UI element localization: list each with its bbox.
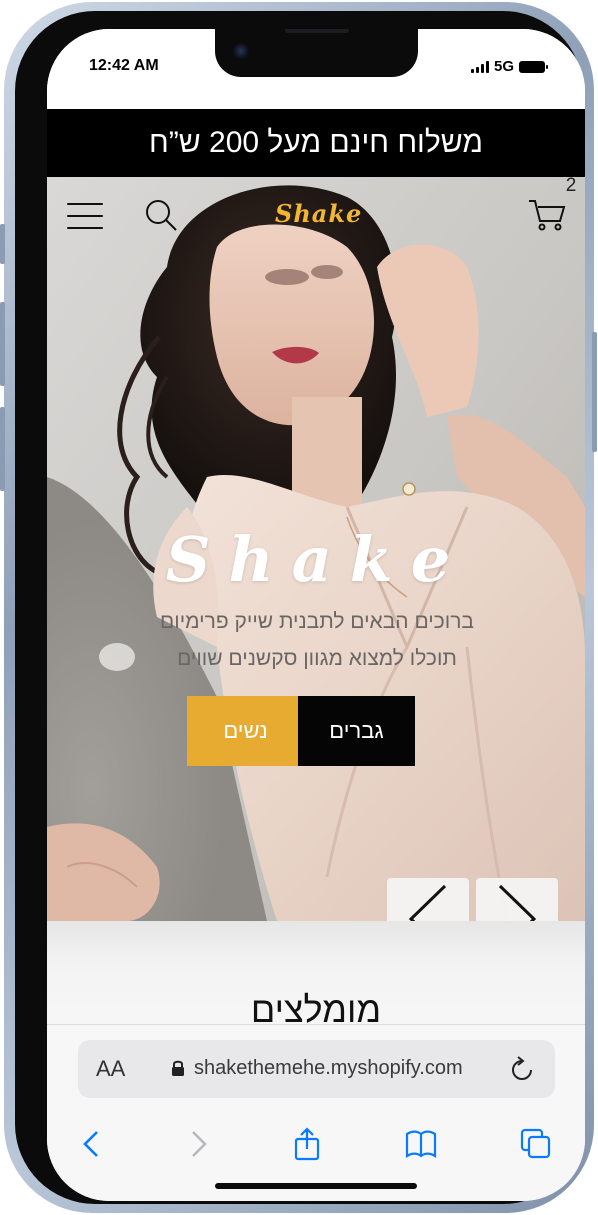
hero-subtitle-line-1: ברוכים הבאים לתבנית שייק פרימיום <box>160 610 474 633</box>
home-indicator <box>215 1183 417 1189</box>
reload-icon[interactable] <box>509 1055 535 1083</box>
power-button <box>592 332 597 452</box>
site-logo[interactable]: Shake <box>275 199 361 228</box>
phone-bezel: 12:42 AM 5G משלוח חינם מעל 200 ש”ח Shake… <box>15 11 585 1204</box>
search-icon[interactable] <box>143 197 179 233</box>
women-button[interactable]: נשים <box>187 696 304 766</box>
hamburger-icon[interactable] <box>67 203 103 229</box>
signal-icon <box>471 60 489 73</box>
hero-banner: Shake 2 Shake ברוכים הבאים לתבנית שייק פ… <box>47 177 585 921</box>
battery-icon <box>519 60 549 73</box>
tabs-icon[interactable] <box>519 1127 553 1161</box>
status-time: 12:42 AM <box>89 57 159 74</box>
reader-aa-button[interactable]: AA <box>96 1056 125 1082</box>
men-button[interactable]: גברים <box>298 696 415 766</box>
screen: 12:42 AM 5G משלוח חינם מעל 200 ש”ח Shake… <box>47 29 585 1201</box>
slider-next-button[interactable] <box>476 878 558 921</box>
cart-count-badge: 2 <box>565 177 577 196</box>
volume-up-button <box>0 302 5 386</box>
cart-icon[interactable] <box>527 197 567 233</box>
phone-frame: 12:42 AM 5G משלוח חינם מעל 200 ש”ח Shake… <box>0 2 597 1213</box>
back-icon[interactable] <box>75 1127 109 1161</box>
speaker-grille <box>285 29 349 33</box>
hero-subtitle-line-2: תוכלו למצוא מגוון סקשנים שווים <box>177 647 457 670</box>
announcement-bar: משלוח חינם מעל 200 ש”ח <box>47 109 585 177</box>
featured-section: מומלצים <box>47 921 585 1031</box>
notch <box>215 29 418 77</box>
chevron-right-icon <box>498 884 537 921</box>
front-camera <box>233 43 249 59</box>
url-text: shakethemehe.myshopify.com <box>194 1057 463 1079</box>
site-header: Shake 2 <box>47 177 585 257</box>
announcement-text: משלוח חינם מעל 200 ש”ח <box>149 126 483 159</box>
hero-title: Shake <box>165 523 469 596</box>
lock-icon <box>172 1060 184 1076</box>
forward-icon[interactable] <box>181 1127 215 1161</box>
address-bar[interactable]: AA shakethemehe.myshopify.com <box>78 1040 555 1098</box>
share-icon[interactable] <box>290 1127 324 1161</box>
status-indicators: 5G <box>471 58 549 75</box>
volume-down-button <box>0 407 5 491</box>
chevron-left-icon <box>408 884 447 921</box>
bookmarks-icon[interactable] <box>404 1127 438 1161</box>
network-label: 5G <box>494 58 515 75</box>
browser-chrome: AA shakethemehe.myshopify.com <box>47 1024 585 1201</box>
mute-switch <box>0 224 5 264</box>
slider-prev-button[interactable] <box>387 878 469 921</box>
